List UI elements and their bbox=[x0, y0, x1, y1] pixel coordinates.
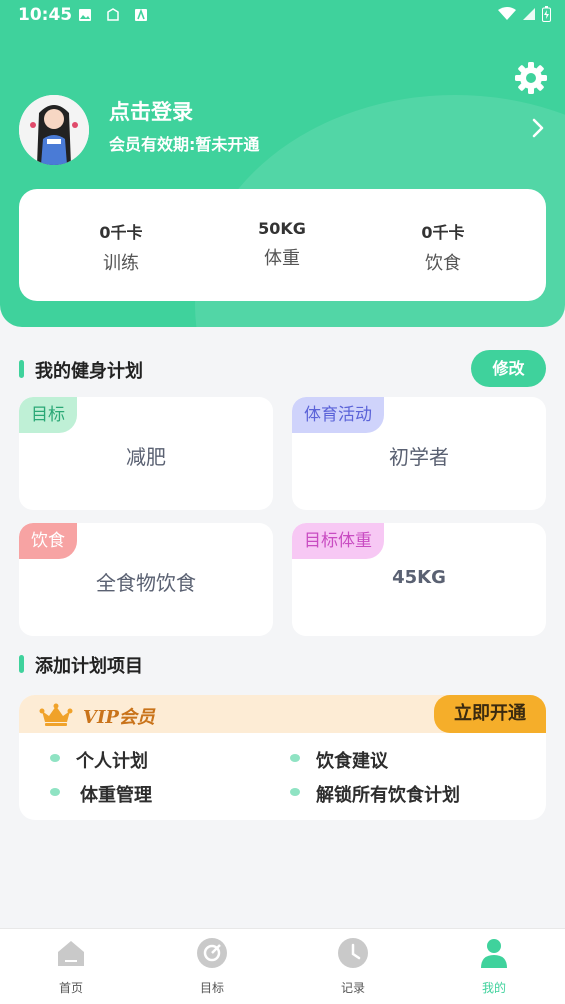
chevron-right-icon[interactable] bbox=[530, 117, 546, 139]
plan-card-tag: 饮食 bbox=[19, 523, 77, 559]
nav-home[interactable]: 首页 bbox=[31, 937, 111, 996]
vip-perk: 体重管理 bbox=[50, 781, 152, 807]
plan-card-value: 初学者 bbox=[389, 445, 449, 469]
nav-label: 记录 bbox=[340, 981, 365, 995]
nav-label: 目标 bbox=[199, 981, 224, 995]
status-time: 10:45 bbox=[18, 5, 73, 25]
person-icon bbox=[481, 939, 507, 968]
signal-icon bbox=[523, 8, 535, 20]
plan-card-diet[interactable]: 饮食 全食物饮食 bbox=[19, 523, 273, 636]
battery-icon bbox=[542, 6, 551, 22]
profile-header: 10:45 点击登录 会员有效期:暂未开通 0千卡 训练 50KG 体重 0千卡… bbox=[0, 0, 565, 327]
stat-label: 训练 bbox=[103, 253, 139, 274]
nav-target[interactable]: 目标 bbox=[172, 937, 252, 996]
stat-label: 体重 bbox=[264, 248, 300, 269]
plan-card-tag: 目标体重 bbox=[292, 523, 384, 559]
settings-gear-icon[interactable] bbox=[514, 61, 548, 95]
plan-card-activity[interactable]: 体育活动 初学者 bbox=[292, 397, 546, 510]
add-plan-title: 添加计划项目 bbox=[19, 652, 143, 678]
app-icon bbox=[135, 8, 147, 21]
stat-diet[interactable]: 0千卡 饮食 bbox=[383, 219, 503, 275]
stat-weight[interactable]: 50KG 体重 bbox=[222, 219, 342, 270]
image-icon bbox=[79, 9, 91, 21]
plan-card-goal[interactable]: 目标 减肥 bbox=[19, 397, 273, 510]
nav-label: 首页 bbox=[58, 981, 83, 995]
plan-card-tag: 目标 bbox=[19, 397, 77, 433]
plan-card-value: 减肥 bbox=[126, 445, 166, 469]
vip-card[interactable]: VIP会员 立即开通 个人计划 饮食建议 体重管理 解锁所有饮食计划 bbox=[19, 695, 546, 820]
open-vip-button[interactable]: 立即开通 bbox=[434, 695, 546, 733]
stat-value: 0千卡 bbox=[99, 223, 143, 242]
stat-label: 饮食 bbox=[425, 253, 461, 274]
status-icons bbox=[498, 6, 551, 22]
stats-card: 0千卡 训练 50KG 体重 0千卡 饮食 bbox=[19, 189, 546, 301]
vip-perk: 个人计划 bbox=[50, 747, 148, 773]
stat-value: 50KG bbox=[258, 219, 306, 238]
plan-card-tag: 体育活动 bbox=[292, 397, 384, 433]
status-bar: 10:45 bbox=[0, 0, 565, 32]
vip-badge-text: VIP会员 bbox=[83, 707, 155, 728]
nav-mine[interactable]: 我的 bbox=[454, 937, 534, 996]
notification-icon bbox=[107, 8, 119, 21]
stat-training[interactable]: 0千卡 训练 bbox=[61, 219, 181, 275]
login-title[interactable]: 点击登录 bbox=[109, 96, 193, 126]
home-icon bbox=[58, 941, 84, 966]
clock-icon bbox=[338, 938, 368, 968]
target-icon bbox=[197, 938, 227, 968]
avatar[interactable] bbox=[19, 95, 89, 165]
wifi-icon bbox=[498, 7, 516, 20]
plan-card-target-weight[interactable]: 目标体重 45KG bbox=[292, 523, 546, 636]
plan-card-value: 45KG bbox=[392, 567, 446, 588]
member-status: 会员有效期:暂未开通 bbox=[109, 135, 260, 154]
fitness-plan-title: 我的健身计划 bbox=[19, 357, 143, 383]
plan-card-value: 全食物饮食 bbox=[96, 571, 196, 595]
edit-plan-button[interactable]: 修改 bbox=[471, 350, 546, 387]
nav-label: 我的 bbox=[481, 981, 506, 995]
crown-icon bbox=[39, 703, 73, 726]
bottom-nav: 首页 目标 记录 我的 bbox=[0, 928, 565, 1004]
vip-perk: 解锁所有饮食计划 bbox=[290, 781, 460, 807]
avatar-illustration bbox=[19, 95, 89, 165]
stat-value: 0千卡 bbox=[421, 223, 465, 242]
vip-perk: 饮食建议 bbox=[290, 747, 388, 773]
nav-record[interactable]: 记录 bbox=[313, 937, 393, 996]
